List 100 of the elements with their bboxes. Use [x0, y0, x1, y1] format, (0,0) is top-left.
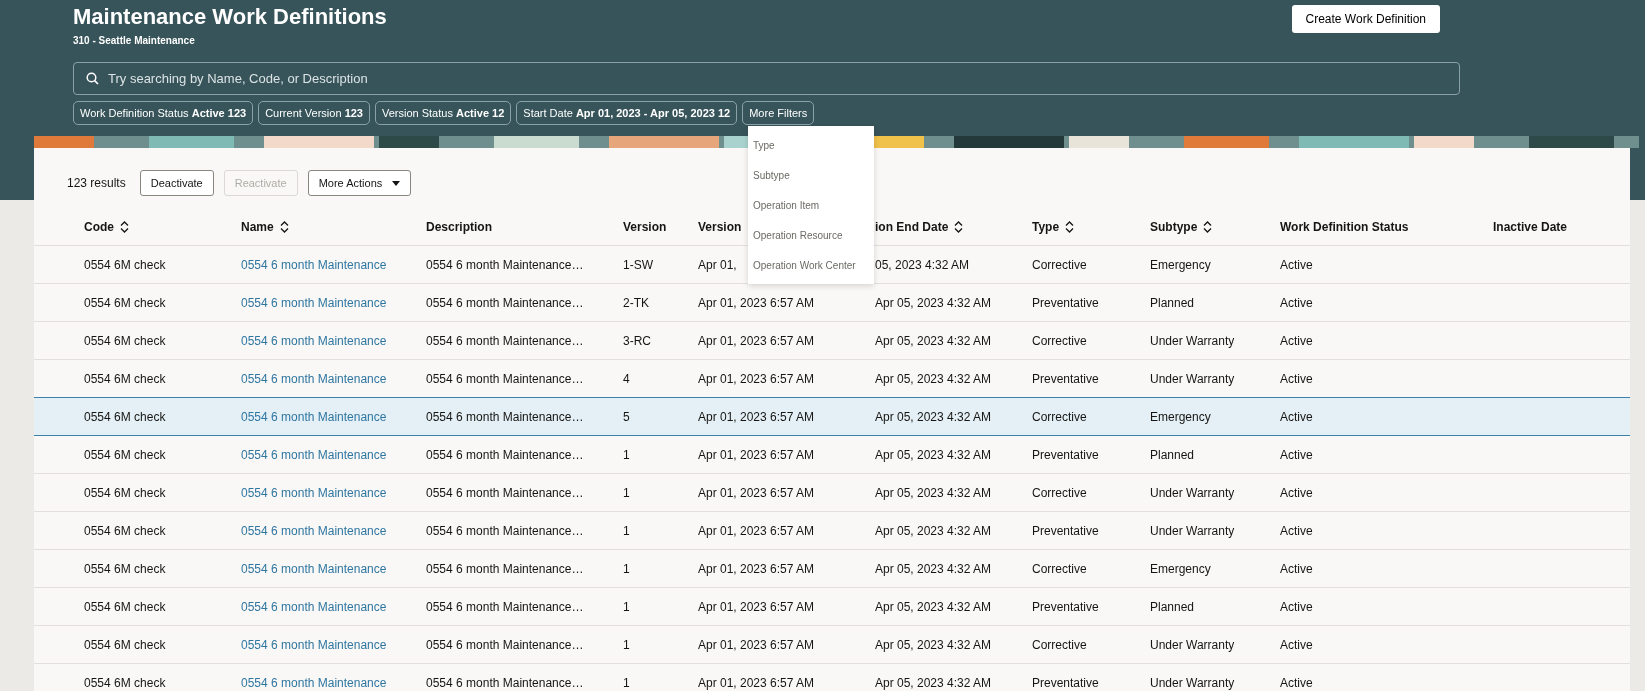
table-cell: 0554 6M check	[84, 523, 166, 538]
table-cell: 5	[623, 409, 630, 424]
menu-item[interactable]: Operation Work Center	[748, 250, 874, 280]
sort-icon[interactable]	[1203, 220, 1213, 233]
name-link[interactable]: 0554 6 month Maintenance	[241, 409, 387, 424]
table-cell: Apr 05, 2023 4:32 AM	[875, 485, 992, 500]
name-link[interactable]: 0554 6 month Maintenance	[241, 257, 387, 272]
table-row[interactable]: 0554 6M check 0554 6 month Maintenance 0554 6 month Maintenance… 1 Apr 01, 2023 6:57 AM Apr 05, 2023 4:32 AM Corrective Under Warranty Active	[34, 626, 1630, 664]
table-cell: 0554 6M check	[84, 599, 166, 614]
table-cell: Apr 01,	[698, 257, 737, 272]
column-header[interactable]: Name	[241, 219, 274, 234]
menu-item[interactable]: Operation Item	[748, 190, 874, 220]
table-cell: 0554 6M check	[84, 257, 166, 272]
filter-chip[interactable]: Version Status Active 12	[375, 101, 512, 125]
action-button[interactable]: Deactivate	[139, 170, 214, 196]
sort-icon[interactable]	[120, 220, 129, 233]
table-cell: Apr 01, 2023 6:57 AM	[698, 637, 815, 652]
page-subtitle: 310 - Seattle Maintenance	[73, 35, 195, 46]
filter-chip[interactable]: Current Version 123	[258, 101, 370, 125]
table-cell: 0554 6M check	[84, 637, 166, 652]
filter-chip[interactable]: More Filters	[742, 101, 815, 125]
table-cell: Active	[1280, 295, 1313, 310]
table-cell: 0554 6 month Maintenance…	[426, 295, 584, 310]
name-link[interactable]: 0554 6 month Maintenance	[241, 485, 387, 500]
table-row[interactable]: 0554 6M check 0554 6 month Maintenance 0554 6 month Maintenance… 1 Apr 01, 2023 6:57 AM Apr 05, 2023 4:32 AM Preventative Under Warranty Active	[34, 664, 1630, 691]
table-cell: Emergency	[1150, 561, 1211, 576]
table-cell: Active	[1280, 333, 1313, 348]
column-header[interactable]: ion End Date	[875, 219, 949, 234]
table-cell: 0554 6 month Maintenance…	[426, 257, 584, 272]
table-cell: Emergency	[1150, 257, 1211, 272]
table-cell: Active	[1280, 599, 1313, 614]
name-link[interactable]: 0554 6 month Maintenance	[241, 371, 387, 386]
table-cell: Apr 01, 2023 6:57 AM	[698, 561, 815, 576]
name-link[interactable]: 0554 6 month Maintenance	[241, 523, 387, 538]
table-cell: 0554 6 month Maintenance…	[426, 409, 584, 424]
table-cell: 1	[623, 447, 630, 462]
table-cell: Under Warranty	[1150, 333, 1235, 348]
name-link[interactable]: 0554 6 month Maintenance	[241, 333, 387, 348]
filter-chip[interactable]: Work Definition Status Active 123	[73, 101, 254, 125]
table-cell: Apr 05, 2023 4:32 AM	[875, 409, 992, 424]
table-cell: 0554 6 month Maintenance…	[426, 371, 584, 386]
sort-icon[interactable]	[1065, 220, 1075, 233]
table-cell: Apr 01, 2023 6:57 AM	[698, 295, 815, 310]
table-cell: Apr 05, 2023 4:32 AM	[875, 599, 992, 614]
sort-icon[interactable]	[954, 220, 964, 233]
table-cell: 0554 6M check	[84, 409, 166, 424]
table-cell: Apr 01, 2023 6:57 AM	[698, 485, 815, 500]
table-row[interactable]: 0554 6M check 0554 6 month Maintenance 0554 6 month Maintenance… 1 Apr 01, 2023 6:57 AM Apr 05, 2023 4:32 AM Preventative Under Warranty Active	[34, 512, 1630, 550]
create-button[interactable]: Create Work Definition	[1291, 5, 1440, 33]
table-cell: Active	[1280, 485, 1313, 500]
table-row[interactable]: 0554 6M check 0554 6 month Maintenance 0554 6 month Maintenance… 1 Apr 01, 2023 6:57 AM Apr 05, 2023 4:32 AM Corrective Emergency Active	[34, 550, 1630, 588]
column-header: Inactive Date	[1493, 219, 1568, 234]
table-cell: Planned	[1150, 295, 1195, 310]
name-link[interactable]: 0554 6 month Maintenance	[241, 447, 387, 462]
search-icon	[86, 72, 99, 85]
table-row[interactable]: 0554 6M check 0554 6 month Maintenance 0554 6 month Maintenance… 1 Apr 01, 2023 6:57 AM Apr 05, 2023 4:32 AM Preventative Planned Active	[34, 588, 1630, 626]
table-cell: 1	[623, 675, 630, 690]
sort-icon[interactable]	[279, 220, 289, 233]
name-link[interactable]: 0554 6 month Maintenance	[241, 561, 387, 576]
table-cell: Preventative	[1032, 599, 1099, 614]
table-cell: 0554 6 month Maintenance…	[426, 675, 584, 690]
table-row[interactable]: 0554 6M check 0554 6 month Maintenance 0554 6 month Maintenance… 1 Apr 01, 2023 6:57 AM Apr 05, 2023 4:32 AM Corrective Under Warranty Active	[34, 474, 1630, 512]
table-cell: 0554 6M check	[84, 333, 166, 348]
menu-item[interactable]: Type	[748, 130, 874, 160]
table-cell: Apr 05, 2023 4:32 AM	[875, 447, 992, 462]
name-link[interactable]: 0554 6 month Maintenance	[241, 599, 387, 614]
name-link[interactable]: 0554 6 month Maintenance	[241, 295, 387, 310]
table-cell: Corrective	[1032, 637, 1087, 652]
table-cell: Apr 01, 2023 6:57 AM	[698, 371, 815, 386]
table-cell: Corrective	[1032, 257, 1087, 272]
table-row[interactable]: 0554 6M check 0554 6 month Maintenance 0554 6 month Maintenance… 1 Apr 01, 2023 6:57 AM Apr 05, 2023 4:32 AM Preventative Planned Active	[34, 436, 1630, 474]
column-header: Work Definition Status	[1280, 219, 1409, 234]
search-field[interactable]: Try searching by Name, Code, or Description	[73, 62, 1460, 95]
table-cell: Preventative	[1032, 447, 1099, 462]
table-row[interactable]: 0554 6M check 0554 6 month Maintenance 0554 6 month Maintenance… 2-TK Apr 01, 2023 6:57 AM Apr 05, 2023 4:32 AM Preventative Planned Active	[34, 284, 1630, 322]
table-cell: 0554 6 month Maintenance…	[426, 561, 584, 576]
filter-chip[interactable]: Start Date Apr 01, 2023 - Apr 05, 2023 12	[516, 101, 738, 125]
table-cell: Under Warranty	[1150, 637, 1235, 652]
column-header[interactable]: Type	[1032, 219, 1060, 234]
table-cell: 1	[623, 523, 630, 538]
table-cell: Emergency	[1150, 409, 1211, 424]
column-header[interactable]: Code	[84, 219, 114, 234]
table-cell: 4	[623, 371, 630, 386]
table-cell: Apr 01, 2023 6:57 AM	[698, 523, 815, 538]
table-cell: Apr 05, 2023 4:32 AM	[875, 637, 992, 652]
table-cell: 1	[623, 637, 630, 652]
name-link[interactable]: 0554 6 month Maintenance	[241, 637, 387, 652]
table-row[interactable]: 0554 6M check 0554 6 month Maintenance 0554 6 month Maintenance… 3-RC Apr 01, 2023 6:57 AM Apr 05, 2023 4:32 AM Corrective Under Warranty Active	[34, 322, 1630, 360]
column-header[interactable]: Subtype	[1150, 219, 1198, 234]
table-cell: 0554 6M check	[84, 561, 166, 576]
menu-item[interactable]: Subtype	[748, 160, 874, 190]
table-cell: Under Warranty	[1150, 371, 1235, 386]
table-cell: Planned	[1150, 599, 1195, 614]
name-link[interactable]: 0554 6 month Maintenance	[241, 675, 387, 690]
table-cell: 3-RC	[623, 333, 651, 348]
action-button[interactable]: More Actions	[307, 170, 412, 196]
table-row[interactable]: 0554 6M check 0554 6 month Maintenance 0554 6 month Maintenance… 5 Apr 01, 2023 6:57 AM Apr 05, 2023 4:32 AM Corrective Emergency Active	[34, 397, 1630, 436]
table-cell: Under Warranty	[1150, 523, 1235, 538]
table-cell: Active	[1280, 257, 1313, 272]
table-cell: Planned	[1150, 447, 1195, 462]
